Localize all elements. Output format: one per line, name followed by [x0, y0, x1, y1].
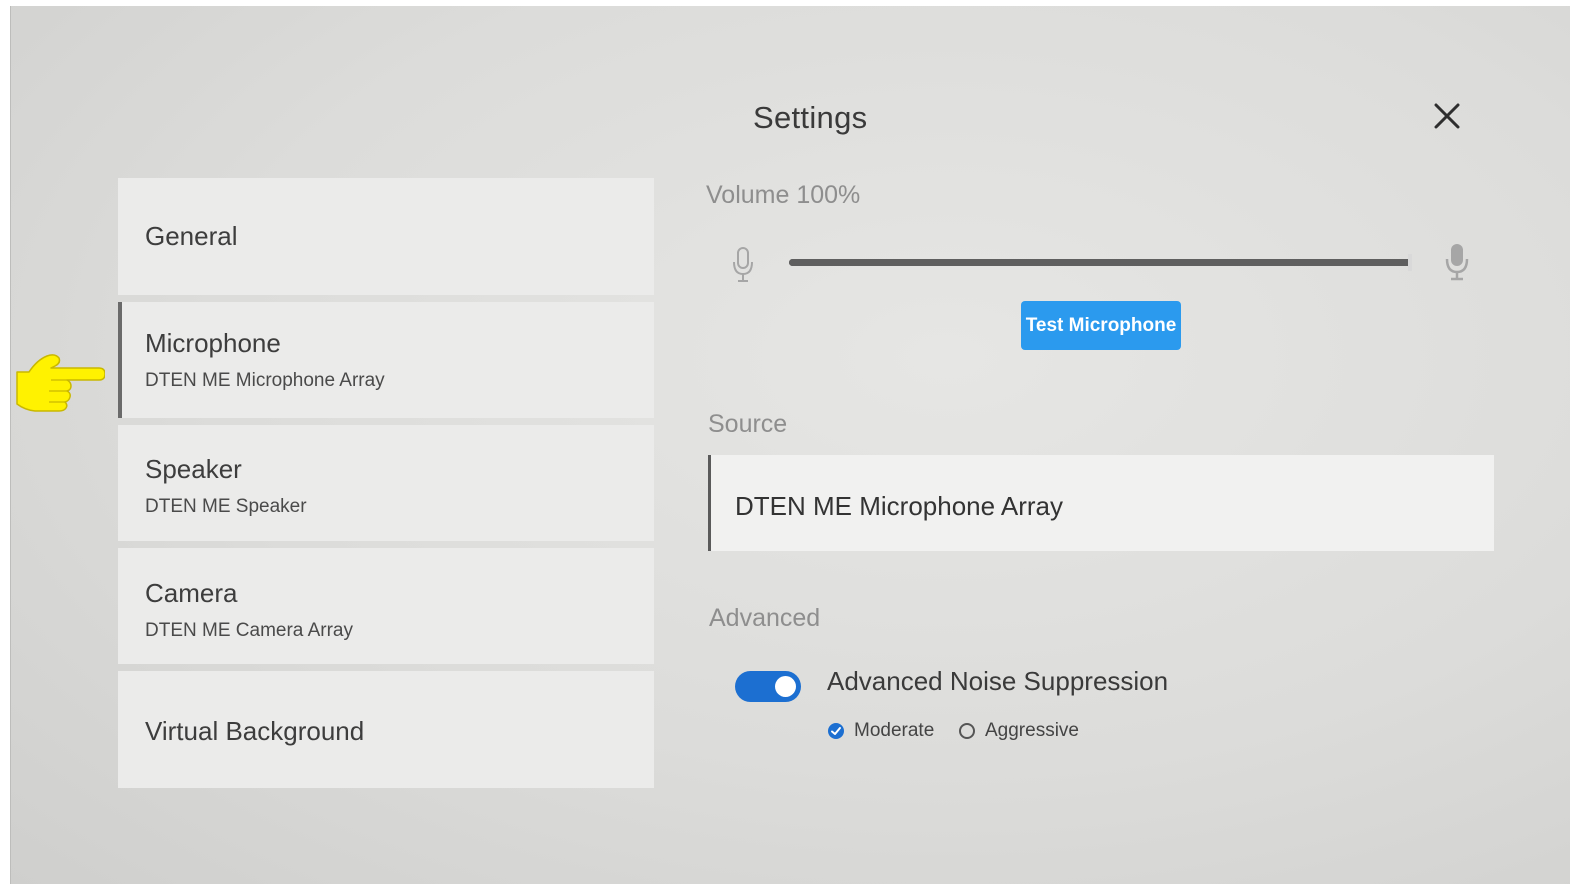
toggle-knob [775, 676, 796, 697]
close-icon [1434, 103, 1460, 129]
advanced-label: Advanced [709, 604, 821, 632]
sidebar-item-label: General [145, 221, 238, 251]
sidebar-item-camera[interactable]: Camera DTEN ME Camera Array [118, 548, 654, 664]
sidebar-item-label: Speaker [145, 454, 242, 484]
source-select[interactable]: DTEN ME Microphone Array [708, 455, 1494, 551]
sidebar-item-subtitle: DTEN ME Camera Array [145, 620, 353, 641]
radio-label: Aggressive [985, 720, 1079, 741]
sidebar-item-label: Camera [145, 578, 238, 608]
radio-checked-icon [828, 723, 844, 739]
sidebar-item-microphone[interactable]: Microphone DTEN ME Microphone Array [118, 302, 654, 418]
source-label: Source [708, 410, 788, 438]
sidebar-item-speaker[interactable]: Speaker DTEN ME Speaker [118, 425, 654, 541]
pointing-hand-icon [16, 354, 105, 412]
radio-aggressive[interactable]: Aggressive [959, 719, 1079, 743]
volume-label: Volume 100% [706, 181, 861, 209]
sidebar-item-general[interactable]: General [118, 178, 654, 295]
sidebar-item-label: Virtual Background [145, 716, 365, 746]
radio-label: Moderate [854, 720, 935, 741]
sidebar-item-virtual-background[interactable]: Virtual Background [118, 671, 654, 788]
close-button[interactable] [1429, 98, 1465, 134]
sidebar-item-subtitle: DTEN ME Speaker [145, 496, 307, 517]
volume-slider[interactable] [789, 254, 1412, 271]
settings-screen: Settings General Microphone DTEN ME Micr… [10, 6, 1570, 884]
page-title: Settings [753, 100, 868, 135]
radio-unchecked-icon [959, 723, 975, 739]
sidebar-item-subtitle: DTEN ME Microphone Array [145, 370, 385, 391]
noise-suppression-toggle[interactable] [735, 671, 801, 702]
radio-moderate[interactable]: Moderate [828, 719, 934, 743]
noise-suppression-label: Advanced Noise Suppression [827, 666, 1169, 696]
microphone-outline-icon [733, 247, 753, 282]
sidebar-item-label: Microphone [145, 328, 281, 358]
volume-slider-fill [789, 259, 1412, 266]
test-microphone-button[interactable]: Test Microphone [1021, 301, 1181, 350]
source-value: DTEN ME Microphone Array [735, 491, 1063, 521]
volume-slider-handle[interactable] [1408, 254, 1412, 271]
microphone-filled-icon [1445, 244, 1469, 281]
